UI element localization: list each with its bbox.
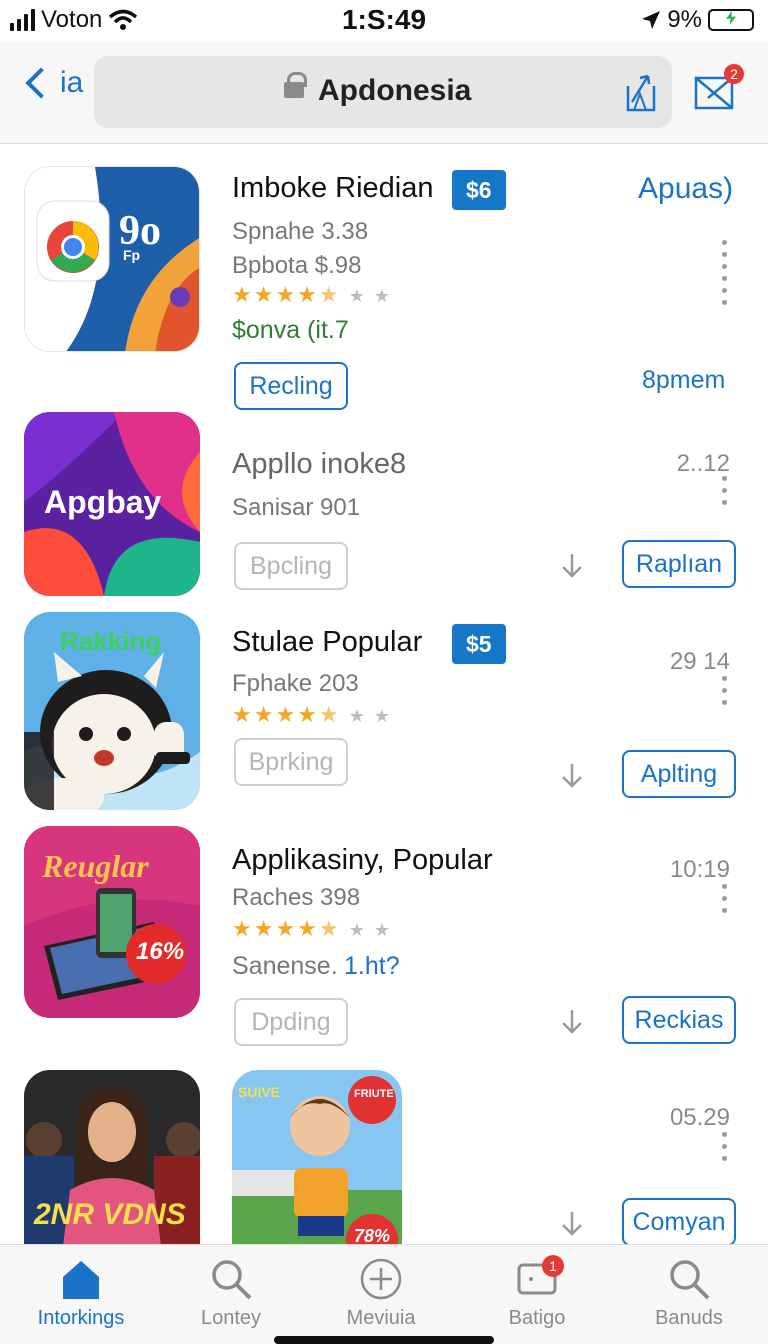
lock-icon — [284, 72, 307, 98]
app-detail-link[interactable]: 1.ht? — [344, 952, 400, 981]
app-icon-small-text: Fp — [123, 247, 141, 263]
list-item[interactable]: Apgbay Appllo inoke8 2..12 Sanisar 901 B… — [0, 412, 768, 612]
gray-button[interactable]: Dpding — [234, 998, 348, 1046]
tag-text: SUIVE — [238, 1084, 281, 1100]
search-icon — [212, 1260, 252, 1300]
discount-badge: 16% — [136, 938, 185, 965]
list-item[interactable]: Rakking Stulae Popular $5 29 14 Fphake 2… — [0, 612, 768, 826]
gray-button[interactable]: Bpcling — [234, 542, 348, 590]
download-arrow-icon[interactable] — [560, 1210, 584, 1238]
plus-circle-icon — [360, 1258, 402, 1300]
tab-label: Lontey — [200, 1307, 262, 1329]
app-icon: Rakking — [24, 612, 200, 810]
tab-label: Meviuia — [346, 1307, 416, 1329]
share-icon[interactable] — [622, 72, 658, 112]
price-badge[interactable]: $5 — [452, 624, 506, 664]
recling-button[interactable]: Recling — [234, 362, 348, 410]
list-item[interactable]: 2NR VDNS SUIVE FRIUTE 78% 05.29 Comyan — [0, 1070, 768, 1244]
chevron-left-icon — [25, 67, 57, 99]
list-item[interactable]: 9o Fp Imboke Riedian $6 Apuas) Spnahe 3.… — [0, 166, 768, 412]
get-button[interactable]: Comyan — [622, 1198, 736, 1244]
app-meta: 05.29 — [669, 1104, 730, 1131]
back-button[interactable]: ia — [22, 66, 83, 100]
star-rating: ★★★★★ ★ ★ — [232, 916, 393, 941]
app-meta: 29 14 — [669, 648, 730, 675]
tab-banuds[interactable]: Banuds — [614, 1257, 764, 1330]
app-icon: 9o Fp — [24, 166, 200, 352]
get-button[interactable]: Reckias — [622, 996, 736, 1044]
secondary-link[interactable]: 8pmem — [642, 366, 725, 395]
home-indicator[interactable] — [274, 1336, 494, 1344]
app-meta: 10:19 — [669, 856, 730, 883]
app-subtitle: Raches 398 — [232, 884, 361, 911]
address-domain: Apdonesia — [318, 74, 472, 107]
action-link[interactable]: Apuas) — [638, 172, 733, 206]
battery-icon — [708, 9, 754, 31]
app-green-label: $onva (it.7 — [232, 316, 349, 344]
location-arrow-icon — [642, 11, 661, 29]
navigation-bar: ia Apdonesia 2 — [0, 42, 768, 144]
app-icon-text: Rakking — [60, 626, 162, 656]
tab-intorkings[interactable]: Intorkings — [6, 1257, 156, 1330]
status-bar: Voton 1:S:49 9% — [0, 0, 768, 42]
more-options-icon[interactable] — [722, 1132, 728, 1168]
tab-label: Intorkings — [37, 1307, 125, 1329]
app-icon: Reuglar 16% — [24, 826, 200, 1018]
app-icon-secondary: SUIVE FRIUTE 78% — [232, 1070, 402, 1244]
app-icon-text: Reuglar — [42, 848, 149, 884]
app-title[interactable]: Appllo inoke8 — [232, 448, 406, 481]
list-item[interactable]: Reuglar 16% Applikasiny, Popular 10:19 R… — [0, 826, 768, 1060]
download-arrow-icon[interactable] — [560, 552, 584, 580]
address-bar[interactable]: Apdonesia — [94, 56, 672, 128]
download-arrow-icon[interactable] — [560, 1008, 584, 1036]
app-icon: Apgbay — [24, 412, 200, 596]
tab-batigo[interactable]: 1 Batigo — [462, 1255, 612, 1330]
tab-label: Banuds — [655, 1307, 723, 1329]
app-title[interactable]: Applikasiny, Popular — [232, 844, 493, 877]
app-price-line: Bpbota $.98 — [232, 252, 362, 279]
back-label: ia — [60, 66, 84, 99]
gray-button[interactable]: Bprking — [234, 738, 348, 786]
more-options-icon[interactable] — [722, 240, 728, 312]
app-subtitle: Sanisar 901 — [232, 494, 361, 521]
discount-badge: 78% — [354, 1226, 391, 1244]
app-subtitle: Spnahe 3.38 — [232, 218, 369, 245]
app-detail-label: Sanense. — [232, 952, 338, 980]
get-button[interactable]: Aplting — [622, 750, 736, 798]
app-meta: 2..12 — [676, 450, 730, 477]
download-arrow-icon[interactable] — [560, 762, 584, 790]
more-options-icon[interactable] — [722, 476, 728, 512]
app-icon-text: 2NR VDNS — [34, 1198, 186, 1231]
app-icon-text: Apgbay — [44, 484, 162, 520]
app-title[interactable]: Stulae Popular — [232, 626, 422, 659]
battery-percent: 9% — [667, 6, 702, 33]
tab-label: Batigo — [508, 1307, 566, 1329]
house-icon — [63, 1261, 99, 1299]
app-title[interactable]: Imboke Riedian — [232, 172, 434, 205]
more-options-icon[interactable] — [722, 884, 728, 920]
search-icon — [670, 1260, 710, 1300]
tab-lontey[interactable]: Lontey — [156, 1257, 306, 1330]
app-icon: 2NR VDNS — [24, 1070, 200, 1244]
bubble-text: FRIUTE — [354, 1088, 394, 1100]
tab-meviuia[interactable]: Meviuia — [306, 1257, 456, 1330]
price-badge[interactable]: $6 — [452, 170, 506, 210]
star-rating: ★★★★★ ★ ★ — [232, 282, 393, 307]
inbox-badge: 2 — [724, 64, 744, 84]
get-button[interactable]: Raplıan — [622, 540, 736, 588]
more-options-icon[interactable] — [722, 676, 728, 712]
star-rating: ★★★★★ ★ ★ — [232, 702, 393, 727]
tab-bar: Intorkings Lontey Meviuia 1 Batigo Banud… — [0, 1244, 768, 1344]
tab-badge: 1 — [542, 1255, 564, 1277]
app-subtitle: Fphake 203 — [232, 670, 359, 697]
